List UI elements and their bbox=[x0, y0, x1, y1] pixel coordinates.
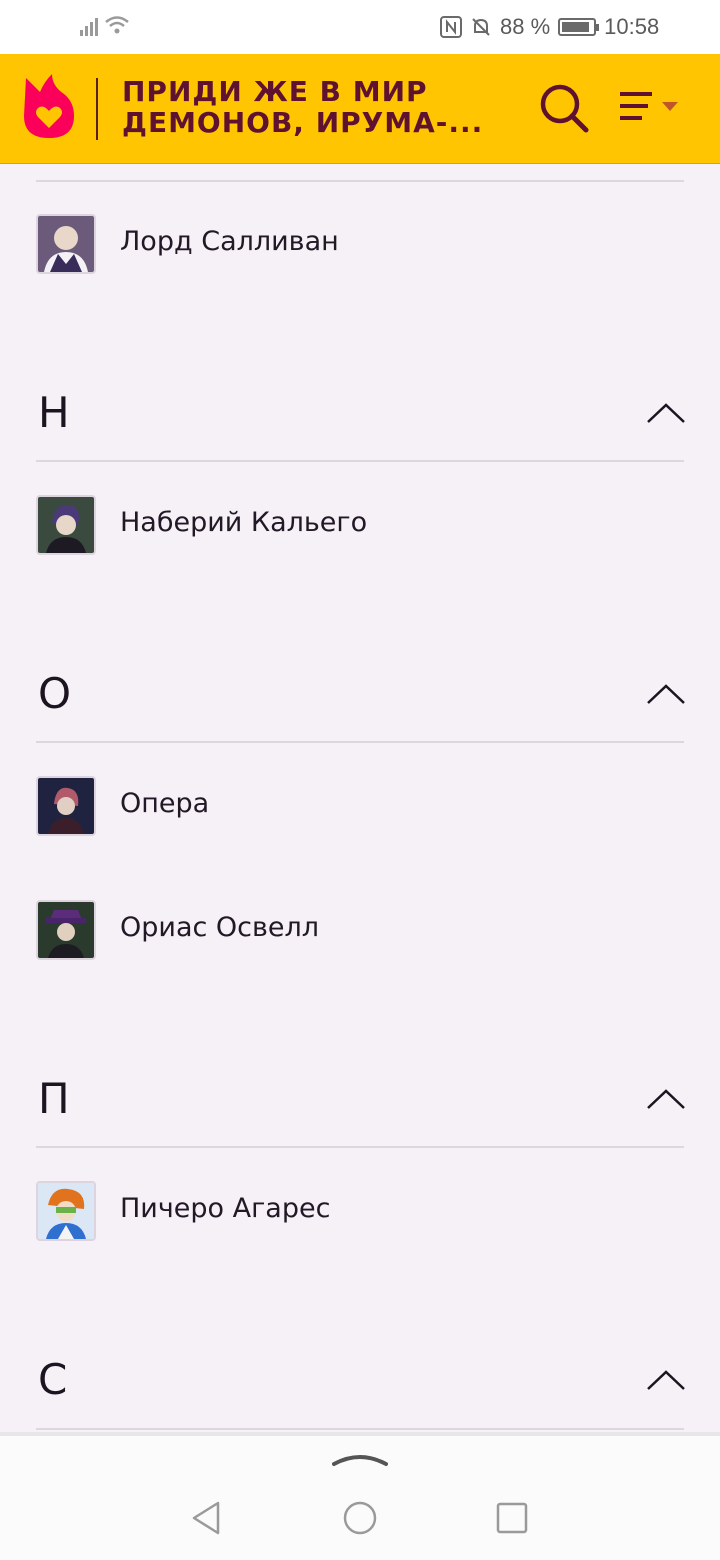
mute-bell-icon bbox=[472, 18, 490, 36]
home-circle-icon[interactable] bbox=[342, 1500, 378, 1536]
status-bar: 88 % 10:58 bbox=[0, 0, 720, 54]
section-letter: О bbox=[38, 669, 72, 718]
section-divider bbox=[36, 460, 684, 462]
page-title[interactable]: ПРИДИ ЖЕ В МИР ДЕМОНОВ, ИРУМА-... bbox=[122, 76, 522, 138]
recent-square-icon[interactable] bbox=[496, 1502, 528, 1534]
list-item[interactable]: Ориас Освелл bbox=[36, 900, 684, 960]
list-item[interactable]: Опера bbox=[36, 776, 684, 836]
search-icon[interactable] bbox=[538, 82, 590, 134]
section-letter: П bbox=[38, 1074, 70, 1123]
section-divider bbox=[36, 741, 684, 743]
fandom-flame-heart-icon[interactable] bbox=[22, 70, 76, 140]
section-letter: Н bbox=[38, 388, 70, 437]
item-name: Опера bbox=[120, 788, 210, 819]
list-item[interactable]: Наберий Кальего bbox=[36, 495, 684, 555]
item-name: Наберий Кальего bbox=[120, 507, 368, 538]
wifi-icon bbox=[105, 16, 129, 34]
back-triangle-icon[interactable] bbox=[188, 1500, 224, 1536]
menu-icon[interactable] bbox=[616, 86, 686, 130]
avatar bbox=[36, 1181, 96, 1241]
system-nav-bar bbox=[0, 1436, 720, 1560]
avatar bbox=[36, 900, 96, 960]
section-letter: С bbox=[38, 1355, 68, 1404]
battery-icon bbox=[558, 18, 600, 36]
header-divider bbox=[96, 78, 98, 140]
item-name: Ориас Освелл bbox=[120, 912, 320, 943]
item-name: Лорд Салливан bbox=[120, 226, 339, 257]
status-left bbox=[80, 14, 130, 36]
app-header: ПРИДИ ЖЕ В МИР ДЕМОНОВ, ИРУМА-... bbox=[0, 54, 720, 164]
chevron-up-icon[interactable] bbox=[646, 1088, 686, 1112]
battery-percent: 88 % bbox=[500, 14, 551, 39]
title-line-1: ПРИДИ ЖЕ В МИР bbox=[122, 76, 428, 107]
chevron-up-icon[interactable] bbox=[646, 402, 686, 426]
section-divider bbox=[36, 180, 684, 182]
avatar bbox=[36, 214, 96, 274]
chevron-up-icon[interactable] bbox=[646, 1369, 686, 1393]
chevron-up-icon[interactable] bbox=[646, 683, 686, 707]
list-item[interactable]: Лорд Салливан bbox=[36, 214, 684, 274]
title-line-2: ДЕМОНОВ, ИРУМА-... bbox=[122, 107, 484, 138]
nfc-icon bbox=[440, 16, 462, 38]
clock: 10:58 bbox=[604, 14, 660, 39]
avatar bbox=[36, 776, 96, 836]
section-divider bbox=[36, 1428, 684, 1430]
section-divider bbox=[36, 1146, 684, 1148]
signal-icon bbox=[80, 14, 98, 36]
list-item[interactable]: Пичеро Агарес bbox=[36, 1181, 684, 1241]
avatar bbox=[36, 495, 96, 555]
chevron-up-handle-icon[interactable] bbox=[332, 1450, 388, 1468]
status-right: 88 % 10:58 bbox=[440, 14, 659, 40]
item-name: Пичеро Агарес bbox=[120, 1193, 331, 1224]
